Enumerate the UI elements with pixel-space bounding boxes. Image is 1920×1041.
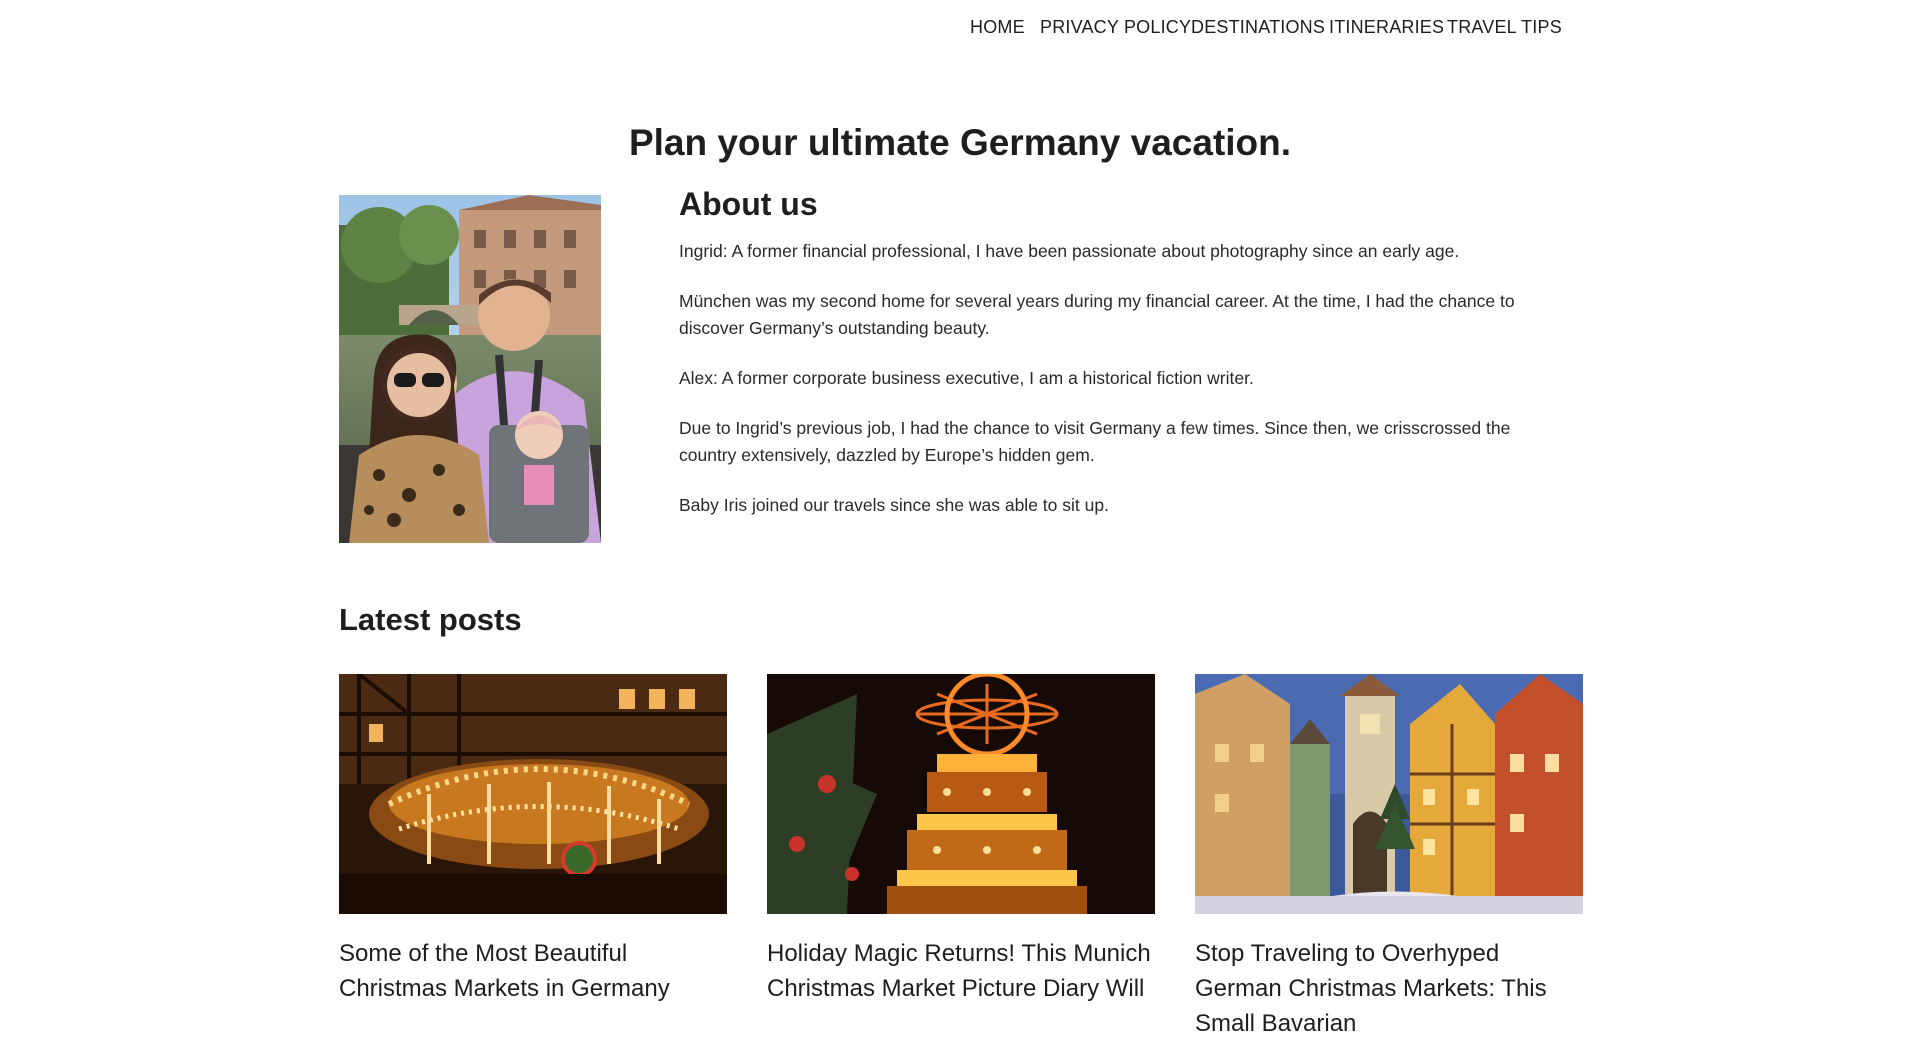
nav-itineraries-link[interactable]: ITINERARIES	[1329, 17, 1444, 38]
about-paragraph: München was my second home for several y…	[679, 291, 1515, 338]
post-card: Some of the Most Beautiful Christmas Mar…	[339, 674, 727, 1006]
post-thumbnail-link[interactable]	[767, 674, 1155, 914]
post-card: Stop Traveling to Overhyped German Chris…	[1195, 674, 1583, 1041]
main-navigation: HOME PRIVACY POLICY DESTINATIONS ITINERA…	[0, 17, 1920, 41]
nav-travel-tips-link[interactable]: TRAVEL TIPS	[1447, 17, 1562, 38]
about-text: Ingrid: A former financial professional,…	[679, 238, 1519, 542]
post-title-link[interactable]: Some of the Most Beautiful Christmas Mar…	[339, 936, 727, 1006]
nav-home-link[interactable]: HOME	[970, 17, 1025, 38]
about-paragraph: Baby Iris joined our travels since she w…	[679, 495, 1109, 515]
latest-posts-heading: Latest posts	[339, 602, 522, 637]
nav-destinations-link[interactable]: DESTINATIONS	[1191, 17, 1325, 38]
about-paragraph: Ingrid: A former financial professional,…	[679, 241, 1460, 261]
nav-privacy-policy-link[interactable]: PRIVACY POLICY	[1040, 17, 1191, 38]
about-paragraph: Due to Ingrid’s previous job, I had the …	[679, 418, 1511, 465]
post-card: Holiday Magic Returns! This Munich Chris…	[767, 674, 1155, 1006]
about-heading: About us	[679, 186, 818, 222]
family-photo	[339, 195, 601, 543]
post-title-link[interactable]: Holiday Magic Returns! This Munich Chris…	[767, 936, 1155, 1006]
post-thumbnail-link[interactable]	[339, 674, 727, 914]
post-title-link[interactable]: Stop Traveling to Overhyped German Chris…	[1195, 936, 1583, 1041]
page-title: Plan your ultimate Germany vacation.	[628, 122, 1292, 163]
about-paragraph: Alex: A former corporate business execut…	[679, 368, 1254, 388]
post-thumbnail-link[interactable]	[1195, 674, 1583, 914]
